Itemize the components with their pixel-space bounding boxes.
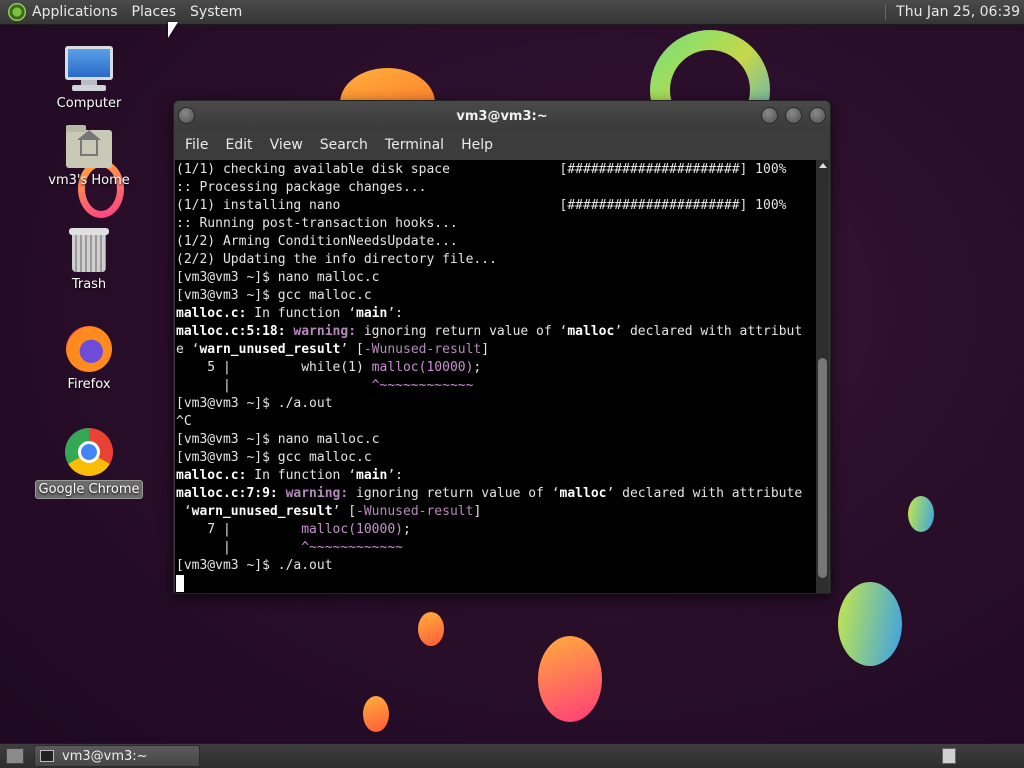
terminal-line: [vm3@vm3 ~]$ gcc malloc.c bbox=[176, 288, 372, 303]
menu-search[interactable]: Search bbox=[312, 135, 376, 155]
terminal-output[interactable]: (1/1) checking available disk space [###… bbox=[175, 160, 817, 593]
terminal-line: (1/1) installing nano [#################… bbox=[176, 198, 787, 213]
maximize-button[interactable] bbox=[785, 107, 802, 124]
firefox-icon bbox=[66, 326, 112, 372]
desktop-icon-label: Computer bbox=[56, 96, 122, 111]
terminal-line: | ^~~~~~~~~~~~~ bbox=[176, 540, 403, 555]
show-desktop-icon[interactable] bbox=[6, 748, 24, 764]
terminal-line: malloc.c: In function ‘main’: bbox=[176, 306, 403, 321]
window-menu-button[interactable] bbox=[178, 107, 195, 124]
wallpaper-blue-shape bbox=[838, 582, 902, 666]
window-title: vm3@vm3:~ bbox=[456, 108, 548, 124]
terminal-lines: (1/1) checking available disk space [###… bbox=[176, 161, 817, 575]
menu-terminal[interactable]: Terminal bbox=[377, 135, 452, 155]
terminal-line: 5 | while(1) malloc(10000); bbox=[176, 360, 482, 375]
menu-help[interactable]: Help bbox=[453, 135, 501, 155]
bottom-panel: vm3@vm3:~ bbox=[0, 743, 1024, 768]
close-button[interactable] bbox=[809, 107, 826, 124]
menu-view[interactable]: View bbox=[262, 135, 311, 155]
terminal-line: [vm3@vm3 ~]$ ./a.out bbox=[176, 558, 333, 573]
terminal-line: :: Running post-transaction hooks... bbox=[176, 216, 458, 231]
text-cursor bbox=[176, 575, 184, 592]
terminal-line: e ‘warn_unused_result’ [-Wunused-result] bbox=[176, 342, 490, 357]
clock[interactable]: Thu Jan 25, 06:39 bbox=[885, 4, 1020, 20]
terminal-line: | ^~~~~~~~~~~~~ bbox=[176, 378, 474, 393]
terminal-scrollbar[interactable] bbox=[816, 160, 829, 593]
mouse-pointer-icon bbox=[168, 22, 178, 38]
wallpaper-orange-shape bbox=[418, 612, 444, 646]
terminal-line: (2/2) Updating the info directory file..… bbox=[176, 252, 497, 267]
applications-menu[interactable]: Applications bbox=[32, 4, 118, 20]
desktop-icon-computer[interactable]: Computer bbox=[34, 46, 144, 112]
home-folder-icon bbox=[66, 125, 112, 168]
desktop-icon-chrome[interactable]: Google Chrome bbox=[34, 428, 144, 499]
menu-file[interactable]: File bbox=[177, 135, 216, 155]
desktop-icon-label: Firefox bbox=[67, 377, 111, 392]
terminal-menubar: File Edit View Search Terminal Help bbox=[174, 131, 830, 159]
terminal-line: malloc.c: In function ‘main’: bbox=[176, 468, 403, 483]
desktop-icon-label: Google Chrome bbox=[34, 480, 144, 499]
terminal-line: malloc.c:7:9: warning: ignoring return v… bbox=[176, 486, 803, 501]
terminal-line: ‘warn_unused_result’ [-Wunused-result] bbox=[176, 504, 482, 519]
desktop-icon-label: Trash bbox=[71, 277, 107, 292]
wallpaper-orange-shape bbox=[538, 636, 602, 722]
distro-logo-icon[interactable] bbox=[8, 3, 26, 21]
scroll-up-arrow-icon[interactable] bbox=[816, 160, 829, 172]
menu-edit[interactable]: Edit bbox=[217, 135, 260, 155]
terminal-line: (1/2) Arming ConditionNeedsUpdate... bbox=[176, 234, 458, 249]
terminal-line: ^C bbox=[176, 414, 192, 429]
chrome-icon bbox=[65, 428, 113, 476]
terminal-line: [vm3@vm3 ~]$ ./a.out bbox=[176, 396, 333, 411]
terminal-window[interactable]: vm3@vm3:~ File Edit View Search Terminal… bbox=[173, 100, 831, 594]
terminal-line: :: Processing package changes... bbox=[176, 180, 427, 195]
minimize-button[interactable] bbox=[761, 107, 778, 124]
wallpaper-orange-shape bbox=[363, 696, 389, 732]
terminal-line: (1/1) checking available disk space [###… bbox=[176, 162, 787, 177]
trash-icon bbox=[69, 228, 109, 272]
terminal-line: 7 | malloc(10000); bbox=[176, 522, 411, 537]
terminal-line: [vm3@vm3 ~]$ gcc malloc.c bbox=[176, 450, 372, 465]
system-menu[interactable]: System bbox=[190, 4, 242, 20]
terminal-line: [vm3@vm3 ~]$ nano malloc.c bbox=[176, 432, 380, 447]
taskbar-window-button[interactable]: vm3@vm3:~ bbox=[34, 745, 200, 767]
top-panel: Applications Places System Thu Jan 25, 0… bbox=[0, 0, 1024, 25]
terminal-icon bbox=[40, 750, 54, 762]
computer-icon bbox=[34, 46, 144, 91]
terminal-line: malloc.c:5:18: warning: ignoring return … bbox=[176, 324, 803, 339]
window-titlebar[interactable]: vm3@vm3:~ bbox=[174, 101, 830, 131]
terminal-line: [vm3@vm3 ~]$ nano malloc.c bbox=[176, 270, 380, 285]
places-menu[interactable]: Places bbox=[132, 4, 177, 20]
taskbar-window-label: vm3@vm3:~ bbox=[62, 748, 148, 764]
wallpaper-blue-shape bbox=[908, 496, 934, 532]
desktop-icon-firefox[interactable]: Firefox bbox=[34, 326, 144, 393]
desktop-icon-trash[interactable]: Trash bbox=[34, 228, 144, 293]
workspace-switcher[interactable] bbox=[942, 748, 956, 764]
desktop-icon-home[interactable]: vm3's Home bbox=[34, 125, 144, 189]
desktop-icon-label: vm3's Home bbox=[48, 173, 130, 188]
scrollbar-thumb[interactable] bbox=[818, 358, 827, 578]
